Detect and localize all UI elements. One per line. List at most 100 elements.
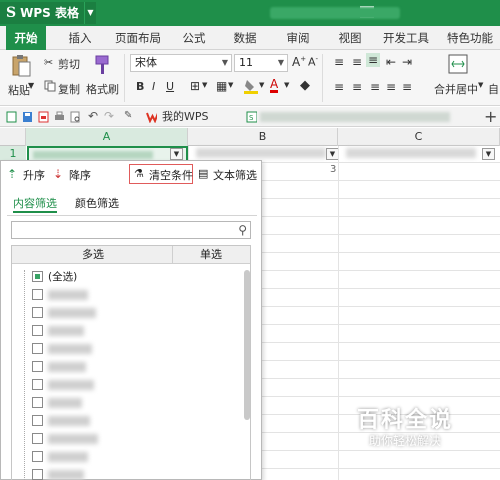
fill-color-icon[interactable] [244,78,258,94]
indent-decrease-icon[interactable]: ⇤ [386,55,396,69]
merge-dropdown-icon[interactable]: ▼ [478,81,483,89]
list-item-select-all[interactable]: (全选) [32,270,232,284]
tab-data[interactable]: 数据 [225,26,265,50]
list-item[interactable] [32,468,232,480]
border-dropdown-icon[interactable]: ▼ [202,81,207,89]
cell-c1[interactable] [346,148,476,158]
print-preview-icon[interactable] [70,111,81,123]
paste-button[interactable]: 粘贴 [8,82,30,98]
checkbox-icon[interactable] [32,397,43,408]
justify-icon[interactable]: ≡ [386,80,396,94]
tab-developer[interactable]: 开发工具 [376,26,436,50]
increase-font-icon[interactable]: A+ [292,55,306,69]
paste-icon[interactable] [10,54,32,78]
checkbox-icon[interactable] [32,361,43,372]
tab-formula[interactable]: 公式 [174,26,214,50]
checkbox-icon[interactable] [32,307,43,318]
paste-dropdown-icon[interactable]: ▼ [28,81,34,90]
list-item[interactable] [32,306,232,320]
copy-icon[interactable] [44,80,56,92]
search-icon[interactable]: ⚲ [238,223,247,237]
tab-content-filter[interactable]: 内容筛选 [13,195,57,213]
filter-dropdown-a-icon[interactable]: ▼ [170,148,183,160]
distributed-icon[interactable]: ≡ [402,80,412,94]
clear-filter-button[interactable]: 清空条件 [149,167,193,183]
document-tab-blurred[interactable] [260,112,450,122]
list-item[interactable] [32,342,232,356]
align-bottom-icon[interactable]: ≡ [366,53,381,67]
format-painter-icon[interactable] [92,54,112,76]
save-icon[interactable] [22,111,33,123]
checkbox-icon[interactable] [32,451,43,462]
merge-center-button[interactable]: 合并居中 [434,81,478,97]
undo-icon[interactable]: ↶ [88,109,98,123]
font-color-dropdown-icon[interactable]: ▼ [284,81,289,89]
sort-desc-button[interactable]: 降序 [69,167,91,183]
text-filter-icon[interactable]: ▤ [198,167,208,180]
checkbox-icon[interactable] [32,379,43,390]
column-header-a[interactable]: A [26,128,188,146]
bold-icon[interactable]: B [136,80,144,93]
column-header-b[interactable]: B [188,128,338,146]
spreadsheet-file-icon[interactable]: S [246,111,257,123]
redo-icon[interactable]: ↷ [104,109,114,123]
checkbox-icon[interactable] [32,433,43,444]
checkbox-icon[interactable] [32,325,43,336]
underline-icon[interactable]: U [166,80,174,93]
cell-value[interactable]: 3 [330,164,336,175]
format-painter-button[interactable]: 格式刷 [86,81,119,97]
sort-desc-icon[interactable]: ⇣ [53,167,63,181]
new-file-icon[interactable] [6,111,17,123]
align-top-icon[interactable]: ≡ [334,55,344,69]
select-all-corner[interactable] [0,128,26,146]
checkbox-icon[interactable] [32,343,43,354]
list-scrollbar[interactable] [244,270,250,420]
cut-button[interactable]: 剪切 [58,56,80,72]
list-item[interactable] [32,360,232,374]
multi-select-header[interactable]: 多选 [82,246,104,264]
tab-color-filter[interactable]: 颜色筛选 [75,195,119,213]
cell-style-dropdown-icon[interactable]: ▼ [228,81,233,89]
list-item[interactable] [32,414,232,428]
filter-dropdown-c-icon[interactable]: ▼ [482,148,495,160]
align-right-icon[interactable]: ≡ [370,80,380,94]
wps-home-icon[interactable] [146,111,157,123]
tab-home[interactable]: 开始 [6,26,46,50]
font-color-icon[interactable]: A [270,78,279,93]
filter-values-list[interactable]: 多选 单选 (全选) [11,245,251,480]
list-item[interactable] [32,450,232,464]
new-tab-icon[interactable]: + [484,107,497,127]
tab-page-layout[interactable]: 页面布局 [110,26,166,50]
single-select-header[interactable]: 单选 [200,246,222,264]
merge-center-icon[interactable] [448,54,468,74]
wrap-text-button[interactable]: 自 [488,81,499,97]
tab-view[interactable]: 视图 [330,26,370,50]
align-center-icon[interactable]: ≡ [352,80,362,94]
print-icon[interactable] [54,111,65,123]
border-icon[interactable]: ⊞ [190,79,200,93]
checkbox-icon[interactable] [32,289,43,300]
decrease-font-icon[interactable]: A- [308,55,318,69]
checkbox-icon[interactable] [32,469,43,480]
text-filter-button[interactable]: 文本筛选 [213,167,257,183]
customize-icon[interactable]: ✎ [124,110,132,121]
clear-format-icon[interactable]: ◆ [300,78,310,93]
checkbox-icon[interactable] [32,415,43,426]
sort-asc-button[interactable]: 升序 [23,167,45,183]
column-header-c[interactable]: C [338,128,500,146]
list-item[interactable] [32,288,232,302]
cut-icon[interactable]: ✂ [44,56,53,69]
align-middle-icon[interactable]: ≡ [352,55,362,69]
list-item[interactable] [32,378,232,392]
fill-color-dropdown-icon[interactable]: ▼ [259,81,264,89]
align-left-icon[interactable]: ≡ [334,80,344,94]
app-menu-dropdown-icon[interactable]: ▼ [84,2,96,24]
cell-b1[interactable] [196,148,326,158]
tab-features[interactable]: 特色功能 [440,26,500,50]
font-size-select[interactable]: 11 ▼ [234,54,288,72]
sort-asc-icon[interactable]: ⇡ [7,167,17,181]
copy-button[interactable]: 复制 [58,81,80,97]
list-item[interactable] [32,324,232,338]
tab-my-wps[interactable]: 我的WPS [162,107,209,127]
italic-icon[interactable]: I [152,80,155,93]
